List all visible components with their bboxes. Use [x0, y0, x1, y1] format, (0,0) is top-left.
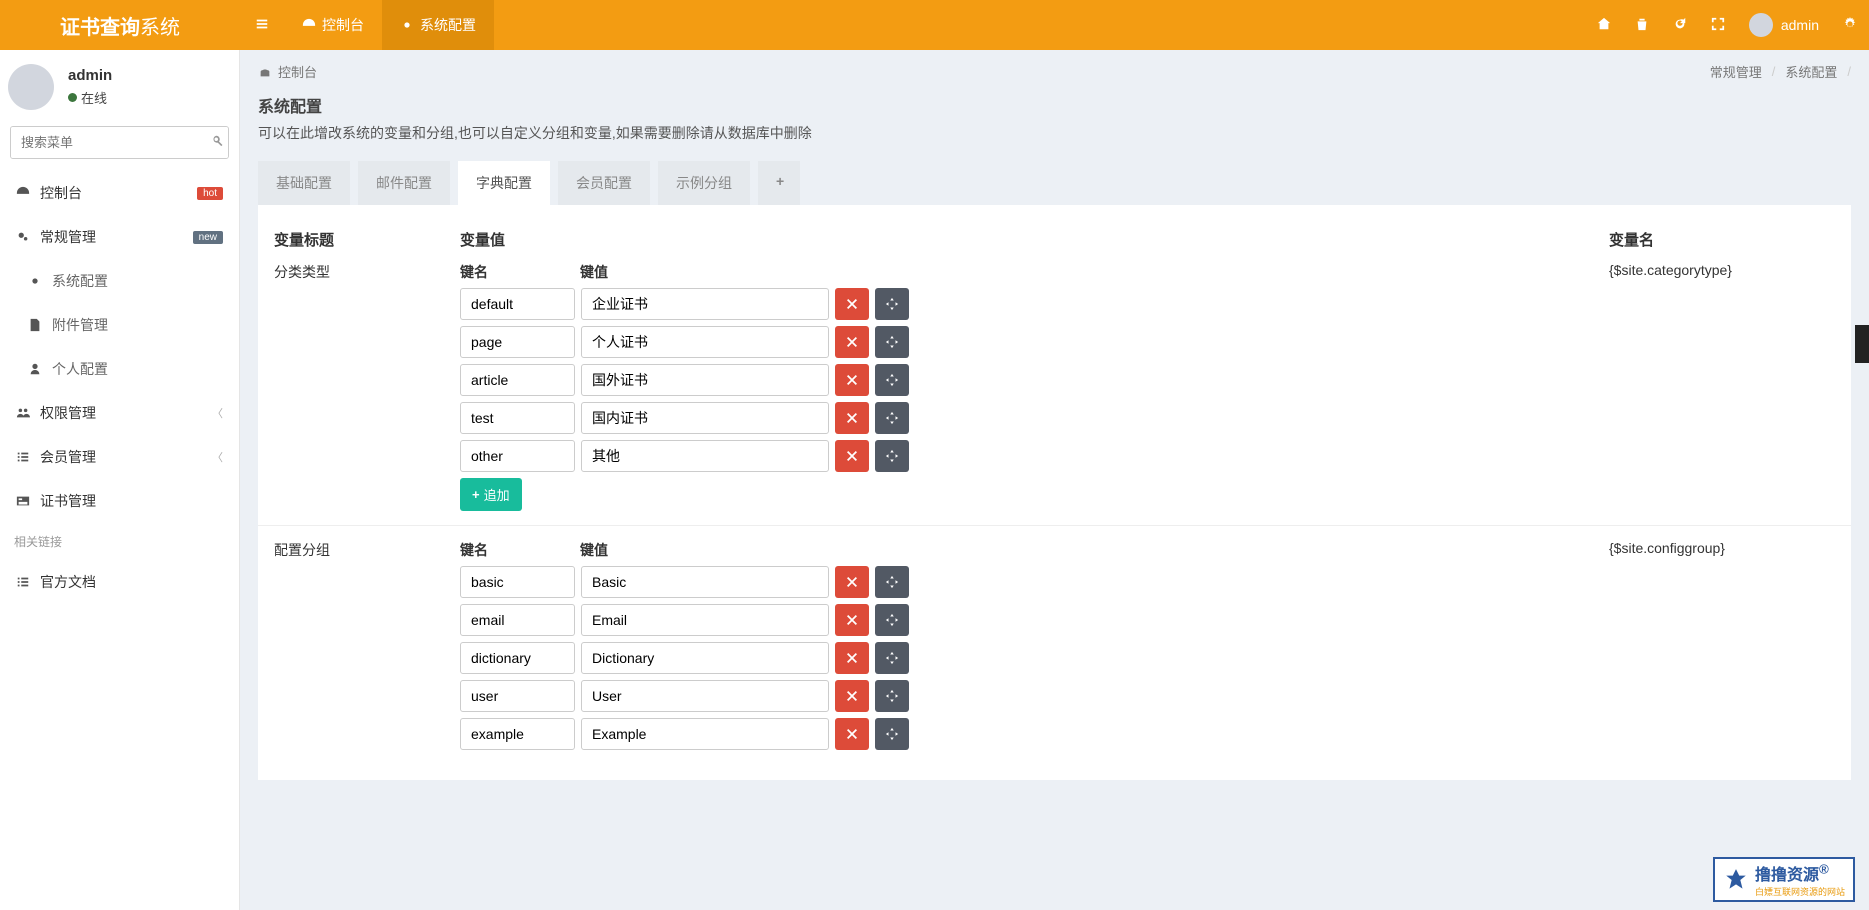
delete-button[interactable]: [835, 288, 869, 320]
key-name-input[interactable]: [460, 402, 575, 434]
sidebar-toggle[interactable]: [240, 2, 284, 49]
key-name-input[interactable]: [460, 566, 575, 598]
sidebar: admin 在线 控制台hot常规管理new系统配置附件管理个人配置权限管理〈会…: [0, 50, 240, 910]
tab[interactable]: 基础配置: [258, 161, 350, 205]
key-name-input[interactable]: [460, 364, 575, 396]
sidebar-item[interactable]: 常规管理new: [0, 215, 239, 259]
move-button[interactable]: [875, 680, 909, 712]
key-value-input[interactable]: [581, 680, 829, 712]
key-name-input[interactable]: [460, 440, 575, 472]
breadcrumb-item[interactable]: 系统配置: [1785, 62, 1837, 81]
sidebar-item[interactable]: 证书管理: [0, 479, 239, 523]
sidebar-item[interactable]: 会员管理〈: [0, 435, 239, 479]
tab[interactable]: 字典配置: [458, 161, 550, 205]
group-title: 分类类型: [270, 262, 460, 511]
key-value-input[interactable]: [581, 604, 829, 636]
header-var-value: 变量值: [460, 229, 1609, 250]
move-button[interactable]: [875, 402, 909, 434]
avatar-icon: [8, 64, 54, 110]
key-value-input[interactable]: [581, 326, 829, 358]
sidebar-user-name: admin: [68, 67, 112, 84]
key-value-input[interactable]: [581, 364, 829, 396]
refresh-icon[interactable]: [1661, 2, 1699, 49]
panel-desc: 可以在此增改系统的变量和分组,也可以自定义分组和变量,如果需要删除请从数据库中删…: [258, 123, 1851, 143]
delete-button[interactable]: [835, 604, 869, 636]
add-button[interactable]: +追加: [460, 478, 522, 511]
search-button[interactable]: [207, 127, 228, 158]
sidebar-item[interactable]: 系统配置: [0, 259, 239, 303]
topnav-item[interactable]: 控制台: [284, 0, 382, 50]
fullscreen-icon[interactable]: [1699, 2, 1737, 49]
top-nav: 控制台系统配置: [284, 0, 1585, 50]
move-button[interactable]: [875, 604, 909, 636]
delete-button[interactable]: [835, 718, 869, 750]
header-var-title: 变量标题: [270, 229, 460, 250]
key-value-input[interactable]: [581, 718, 829, 750]
panel-title: 系统配置: [258, 93, 1851, 117]
tab[interactable]: 邮件配置: [358, 161, 450, 205]
key-name-input[interactable]: [460, 288, 575, 320]
topnav-item[interactable]: 系统配置: [382, 0, 494, 50]
user-name: admin: [1781, 17, 1819, 33]
group-title: 配置分组: [270, 540, 460, 756]
key-value-input[interactable]: [581, 440, 829, 472]
tab[interactable]: 会员配置: [558, 161, 650, 205]
sidebar-item[interactable]: 权限管理〈: [0, 391, 239, 435]
move-button[interactable]: [875, 364, 909, 396]
move-button[interactable]: [875, 326, 909, 358]
sidebar-item[interactable]: 官方文档: [0, 560, 239, 604]
move-button[interactable]: [875, 440, 909, 472]
sidebar-section-label: 相关链接: [0, 523, 239, 560]
delete-button[interactable]: [835, 326, 869, 358]
delete-button[interactable]: [835, 566, 869, 598]
breadcrumb-item[interactable]: 常规管理: [1710, 62, 1762, 81]
brand-logo[interactable]: 证书查询系统: [0, 11, 240, 40]
key-value-input[interactable]: [581, 566, 829, 598]
tab-add[interactable]: +: [758, 161, 800, 205]
delete-button[interactable]: [835, 680, 869, 712]
watermark: 撸撸资源®白嫖互联网资源的网站: [1713, 857, 1855, 902]
tab[interactable]: 示例分组: [658, 161, 750, 205]
var-name: {$site.configgroup}: [1609, 540, 1839, 756]
key-value-input[interactable]: [581, 288, 829, 320]
move-button[interactable]: [875, 642, 909, 674]
home-icon[interactable]: [1585, 2, 1623, 49]
move-button[interactable]: [875, 288, 909, 320]
header-var-name: 变量名: [1609, 229, 1839, 250]
key-name-input[interactable]: [460, 718, 575, 750]
delete-button[interactable]: [835, 364, 869, 396]
key-name-input[interactable]: [460, 642, 575, 674]
key-name-input[interactable]: [460, 680, 575, 712]
sidebar-item[interactable]: 附件管理: [0, 303, 239, 347]
key-value-input[interactable]: [581, 642, 829, 674]
key-value-input[interactable]: [581, 402, 829, 434]
var-name: {$site.categorytype}: [1609, 262, 1839, 511]
key-name-input[interactable]: [460, 326, 575, 358]
user-menu[interactable]: admin: [1737, 13, 1831, 37]
delete-button[interactable]: [835, 440, 869, 472]
key-name-input[interactable]: [460, 604, 575, 636]
sidebar-item[interactable]: 控制台hot: [0, 171, 239, 215]
move-button[interactable]: [875, 566, 909, 598]
breadcrumb-home[interactable]: 控制台: [258, 62, 317, 81]
side-drawer-tab[interactable]: [1855, 325, 1869, 363]
trash-icon[interactable]: [1623, 2, 1661, 49]
search-input[interactable]: [11, 127, 207, 158]
move-button[interactable]: [875, 718, 909, 750]
avatar-icon: [1749, 13, 1773, 37]
settings-icon[interactable]: [1831, 2, 1869, 49]
sidebar-item[interactable]: 个人配置: [0, 347, 239, 391]
delete-button[interactable]: [835, 402, 869, 434]
sidebar-user-status: 在线: [68, 88, 112, 107]
delete-button[interactable]: [835, 642, 869, 674]
